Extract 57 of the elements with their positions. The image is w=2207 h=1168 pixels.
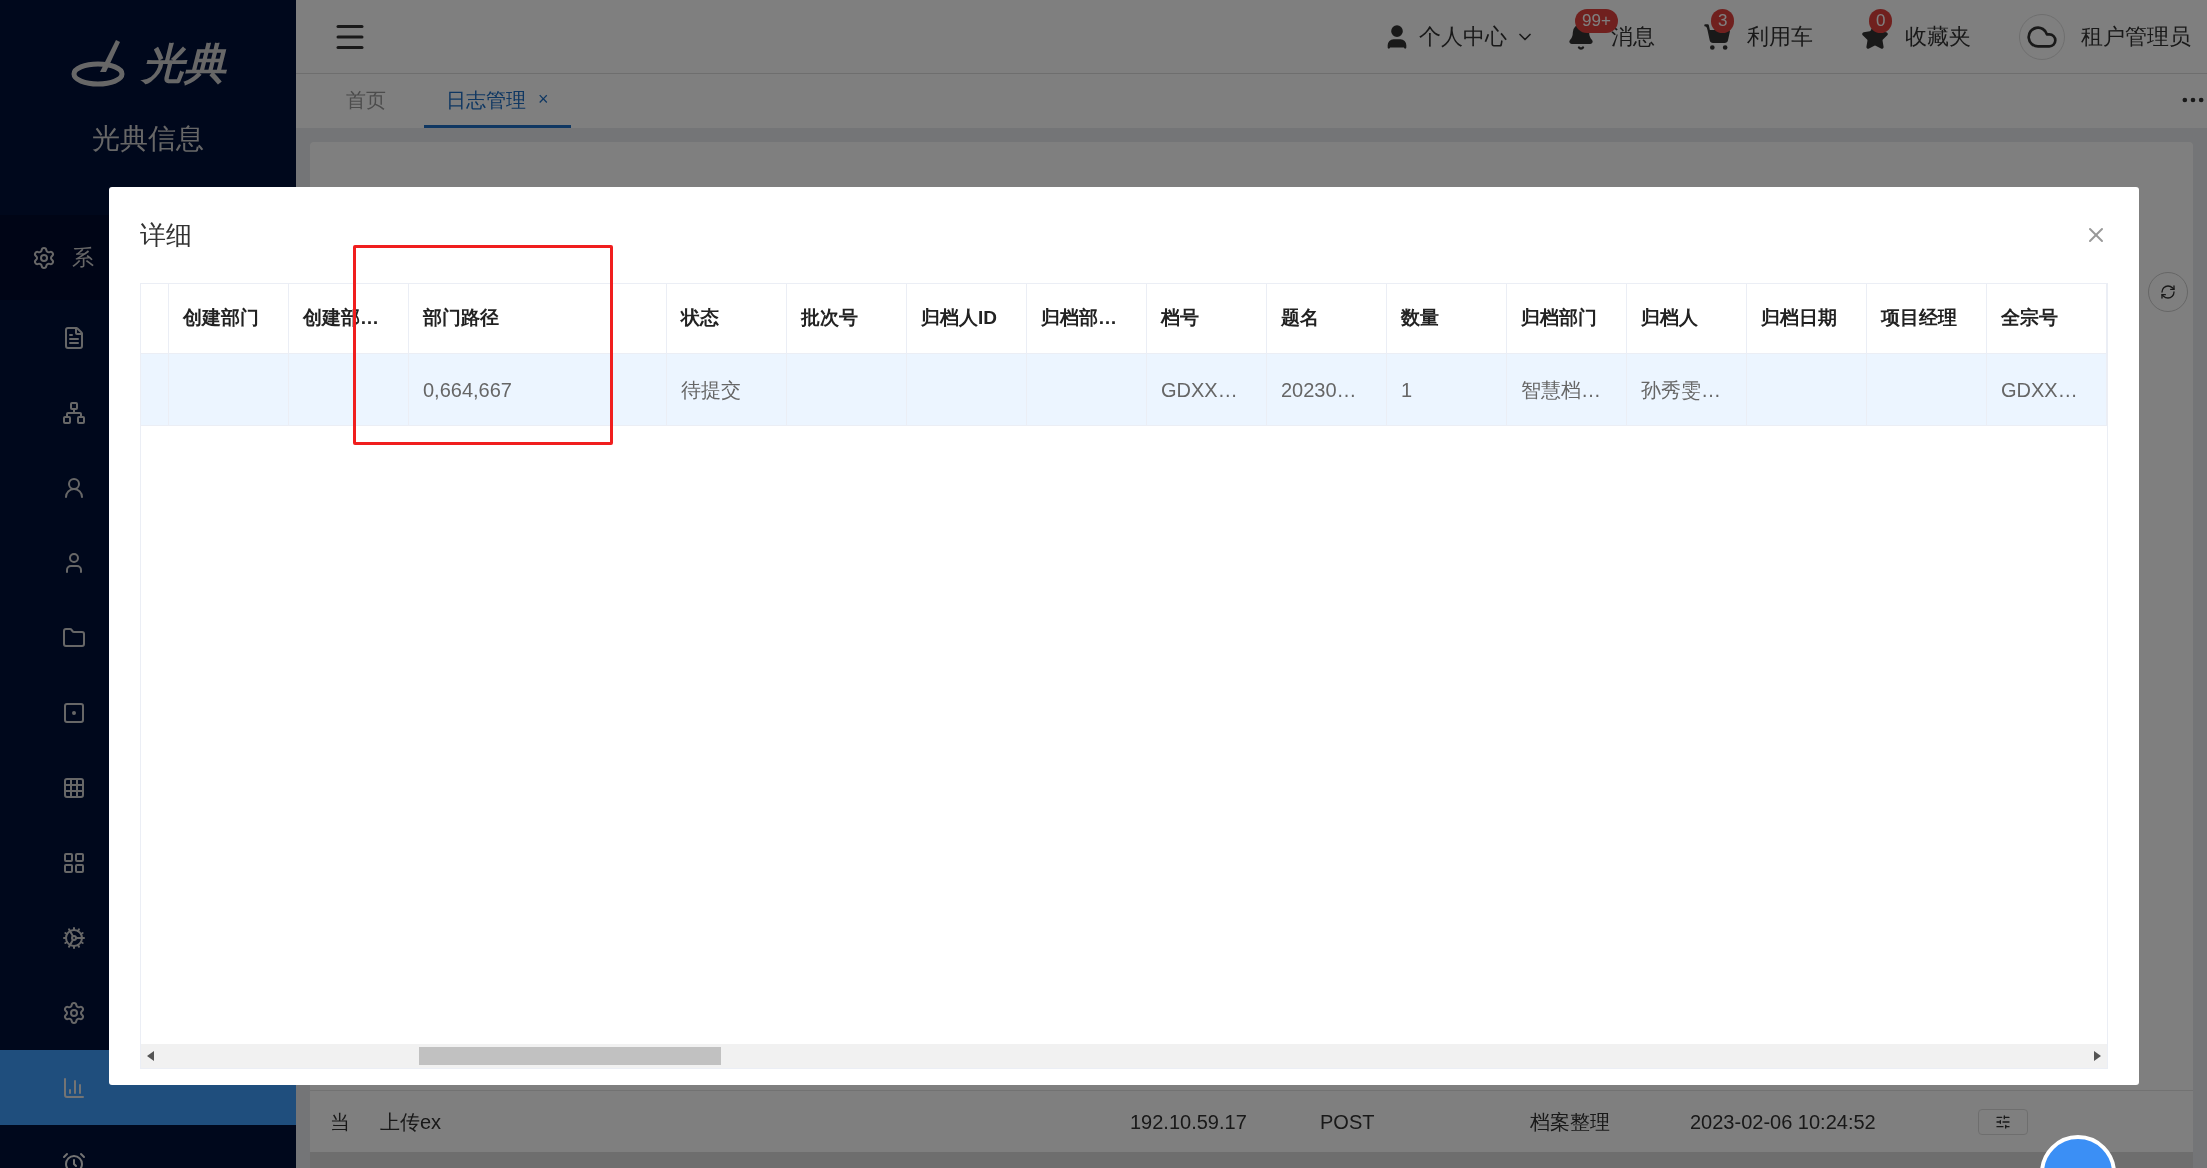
- column-header: 状态: [667, 284, 787, 353]
- dialog-title: 详细: [140, 218, 192, 252]
- table-cell-text: GDXX…: [1161, 377, 1238, 403]
- scroll-thumb[interactable]: [419, 1047, 721, 1065]
- table-cell-text: 智慧档…: [1521, 377, 1601, 403]
- count-badge: 0: [1869, 8, 1893, 33]
- gear-icon[interactable]: [62, 925, 86, 950]
- refresh-icon[interactable]: [2160, 284, 2176, 300]
- table-cell-text: 192.10.59.17: [1130, 1109, 1248, 1135]
- table-cell-text: POST: [1320, 1109, 1376, 1135]
- column-header: 归档部门: [1507, 284, 1627, 353]
- user-outline-icon[interactable]: [62, 475, 86, 500]
- table-cell-text: 待提交: [681, 377, 741, 403]
- table-row[interactable]: 0,664,667 待提交 GDXX… 20230… 1 智慧档… 孙秀雯… GDXX…: [141, 354, 2107, 426]
- table-cell-text: 1: [1401, 377, 1413, 403]
- account-menu[interactable]: 租户管理员: [2019, 13, 2191, 60]
- scroll-right-icon[interactable]: [2093, 1051, 2101, 1061]
- column-header: 档号: [1147, 284, 1267, 353]
- document-icon[interactable]: [62, 325, 86, 350]
- table-cell-text: 孙秀雯…: [1641, 377, 1721, 403]
- column-header: 部门路径: [409, 284, 667, 353]
- column-header: 归档人ID: [907, 284, 1027, 353]
- shortcut-link[interactable]: 利用车: [1747, 20, 1813, 53]
- shortcut-link[interactable]: 收藏夹: [1905, 20, 1971, 53]
- tiles-icon[interactable]: [62, 850, 86, 875]
- horizontal-scrollbar[interactable]: [141, 1044, 2107, 1068]
- column-header: 归档人: [1627, 284, 1747, 353]
- hierarchy-icon[interactable]: [62, 400, 86, 425]
- grid-icon[interactable]: [62, 775, 86, 800]
- table-cell-text: GDXX…: [2001, 377, 2078, 403]
- logo-text: 光典: [142, 38, 226, 89]
- settings-icon: [32, 245, 56, 270]
- alarm-clock-icon: [62, 1150, 86, 1168]
- folder-icon[interactable]: [62, 625, 86, 650]
- table-cell-text: 档案整理: [1530, 1109, 1611, 1135]
- dotted-box-icon[interactable]: [62, 700, 86, 725]
- table-cell-text: 当: [329, 1109, 351, 1135]
- user-menu[interactable]: 个人中心: [1383, 20, 1535, 53]
- sliders-icon[interactable]: [1995, 1113, 2011, 1130]
- column-header: 批次号: [787, 284, 907, 353]
- app-title: 光典信息: [91, 122, 205, 156]
- column-header: 题名: [1267, 284, 1387, 353]
- table-cell-text: 20230…: [1281, 377, 1357, 403]
- column-header: 创建部门: [169, 284, 289, 353]
- table-cell-text: 2023-02-06 10:24:52: [1690, 1109, 1877, 1135]
- scrollbar[interactable]: [310, 1152, 2193, 1168]
- column-header: 项目经理: [1867, 284, 1987, 353]
- bar-chart-icon: [62, 1075, 86, 1100]
- column-header: 全宗号: [1987, 284, 2107, 353]
- column-header: 数量: [1387, 284, 1507, 353]
- table-cell-text: 上传ex: [380, 1109, 443, 1135]
- column-header: 归档日期: [1747, 284, 1867, 353]
- column-header: 归档部…: [1027, 284, 1147, 353]
- count-badge: 3: [1711, 8, 1735, 33]
- settings-icon[interactable]: [62, 1000, 86, 1025]
- table-cell-text: 0,664,667: [423, 377, 512, 403]
- scroll-left-icon[interactable]: [147, 1051, 155, 1061]
